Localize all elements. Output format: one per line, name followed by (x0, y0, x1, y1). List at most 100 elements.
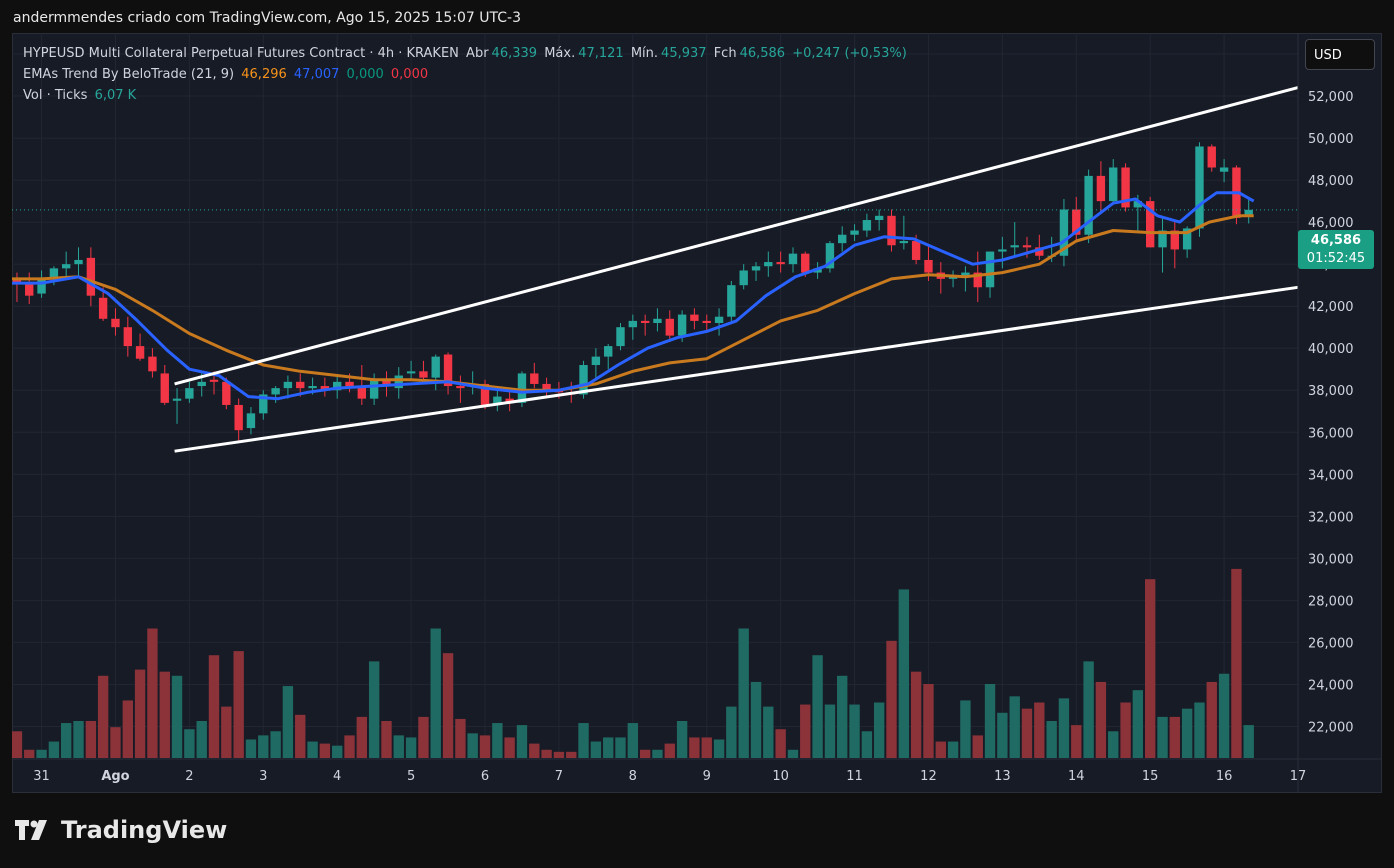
volume-bar (159, 671, 170, 758)
trendline (174, 86, 1299, 386)
volume-bar (60, 723, 72, 758)
candle-body (37, 278, 46, 294)
candle-body (838, 234, 847, 244)
ema-value-4: 0,000 (390, 67, 429, 82)
volume-bar (1132, 690, 1144, 758)
candle-body (1096, 175, 1106, 202)
volume-bar (393, 735, 404, 758)
volume-bar (1021, 708, 1033, 758)
candle-body (148, 356, 157, 372)
volume-bar (442, 653, 454, 758)
candle-body (887, 215, 896, 246)
price-tick-label: 24,000 (1308, 678, 1354, 693)
candle-body (406, 371, 416, 374)
volume-bar (492, 723, 503, 758)
volume-bar (12, 731, 23, 758)
price-tick-label: 28,000 (1308, 594, 1354, 609)
volume-bar (676, 721, 688, 758)
trendlines (174, 86, 1299, 453)
currency-button[interactable]: USD (1305, 39, 1375, 70)
volume-bar (689, 737, 700, 758)
volume-bar (763, 706, 774, 758)
price-tick-label: 34,000 (1308, 468, 1354, 483)
candle-body (98, 297, 108, 319)
tradingview-logo-icon (15, 820, 47, 840)
high-label: Máx. (544, 46, 576, 61)
volume-bar (122, 700, 134, 758)
volume-bar (541, 749, 552, 758)
candle-body (197, 381, 206, 387)
legend-volume-row: Vol · Ticks 6,07 K (23, 88, 139, 103)
candle-body (591, 356, 601, 366)
volume-bar (1169, 716, 1180, 758)
volume-bar (639, 749, 651, 758)
volume-bar (516, 725, 528, 758)
candle-body (456, 386, 465, 389)
candle-body (172, 398, 182, 401)
time-tick-label: 16 (1216, 769, 1233, 784)
volume-bar (824, 704, 836, 758)
candle-body (764, 262, 773, 267)
volume-bar (36, 749, 47, 758)
candle-body (283, 381, 293, 389)
candle-body (1195, 146, 1204, 229)
volume-bar (48, 741, 60, 758)
volume-bar (861, 731, 873, 758)
volume-bar (775, 729, 786, 758)
candle-body (222, 381, 231, 405)
candle-body (209, 379, 219, 382)
volume-bar (984, 684, 996, 758)
candle-body (874, 215, 884, 221)
candle-body (702, 320, 711, 323)
ema-9-value: 47,007 (293, 67, 340, 82)
price-tick-label: 32,000 (1308, 510, 1354, 525)
time-axis: 31 Ago 2 3 4 5 6 7 8 9 10 11 12 13 14 15 16 17 (12, 758, 1382, 784)
volume-bar (603, 737, 614, 758)
volume-bar (997, 712, 1008, 758)
volume-bar (171, 675, 183, 758)
volume-bar (479, 735, 491, 758)
price-tick-label: 46,000 (1308, 216, 1354, 231)
volume-bar (1034, 702, 1045, 758)
candle-body (61, 264, 71, 269)
candle-body (1022, 245, 1032, 248)
volume-bar (147, 628, 158, 758)
volume-bar (923, 684, 934, 758)
volume-bar (319, 743, 331, 758)
price-tick-label: 36,000 (1308, 426, 1354, 441)
volume-indicator-name[interactable]: Vol · Ticks (23, 88, 87, 103)
candle-body (296, 381, 305, 389)
candle-body (862, 220, 872, 231)
volume-bar (787, 749, 799, 758)
volume-bar (270, 731, 281, 758)
candle-body (924, 259, 933, 273)
candle-body (801, 253, 810, 273)
time-tick-label: 5 (407, 769, 415, 784)
volume-bar (196, 721, 207, 758)
candle-body (1207, 146, 1216, 168)
time-tick-label: 10 (772, 769, 789, 784)
volume-bar (529, 743, 540, 758)
candle-body (111, 318, 120, 328)
volume-bar (418, 716, 429, 758)
volume-bar (578, 723, 589, 758)
volume-bar (221, 706, 232, 758)
price-tick-label: 30,000 (1308, 552, 1354, 567)
volume-bar (1095, 681, 1107, 758)
time-tick-label: 17 (1290, 769, 1307, 784)
bar-countdown: 01:52:45 (1306, 251, 1366, 266)
volume-bar (553, 751, 565, 758)
time-tick-label: 13 (994, 769, 1011, 784)
volume-bar (1058, 698, 1070, 758)
symbol-label[interactable]: HYPEUSD Multi Collateral Perpetual Futur… (23, 46, 459, 61)
volume-bar (245, 739, 257, 758)
low-label: Mín. (630, 46, 659, 61)
candle-body (899, 241, 909, 244)
volume-bar (590, 741, 602, 758)
tradingview-logo[interactable]: TradingView (15, 816, 227, 844)
candle-body (135, 346, 145, 359)
candlestick-chart[interactable]: 54,00052,00050,00048,00046,00044,00042,0… (12, 33, 1382, 793)
ema-indicator-name[interactable]: EMAs Trend By BeloTrade (21, 9) (23, 67, 234, 82)
volume-bar (307, 741, 318, 758)
candle-body (628, 320, 638, 328)
